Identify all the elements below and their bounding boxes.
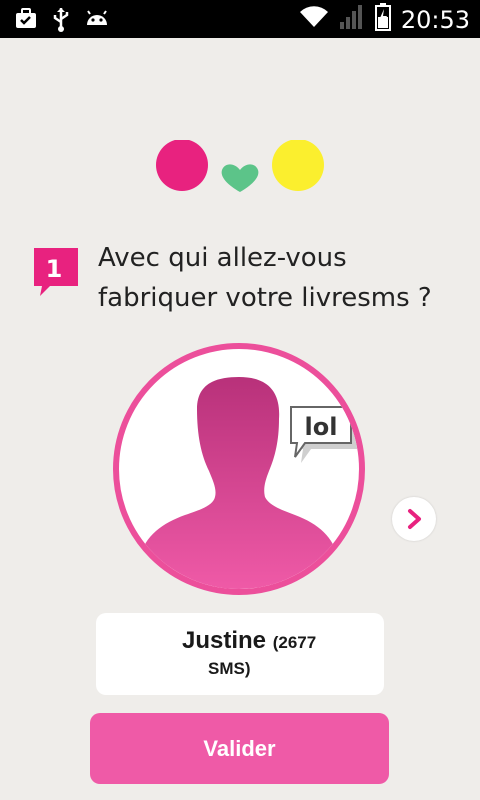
sms-count-part1: (2677 [272, 633, 317, 652]
contact-name: Justine [182, 627, 267, 654]
usb-icon [50, 6, 72, 37]
status-bar: 20:53 [0, 0, 480, 38]
step-number: 1 [46, 255, 63, 283]
battery-charging-icon [374, 3, 391, 36]
sms-count-part2: SMS) [208, 659, 251, 678]
bubble-text: lol [305, 413, 338, 441]
clock-time: 20:53 [400, 5, 470, 34]
wifi-icon [299, 5, 329, 34]
signal-icon [339, 4, 365, 35]
chevron-right-icon [408, 509, 421, 529]
next-contact-button[interactable] [392, 497, 436, 541]
briefcase-check-icon [14, 7, 38, 36]
question-line-2: fabriquer votre livresms ? [98, 283, 432, 313]
android-icon [84, 7, 110, 36]
step-number-badge: 1 [32, 246, 80, 296]
app-logo [0, 139, 480, 200]
contact-avatar[interactable]: lol [113, 343, 365, 595]
lol-speech-bubble-icon: lol [290, 406, 357, 463]
question-line-1: Avec qui allez-vous [98, 243, 347, 273]
validate-button[interactable]: Valider [90, 713, 389, 784]
contact-name-card: Justine (2677 SMS) [96, 613, 384, 695]
